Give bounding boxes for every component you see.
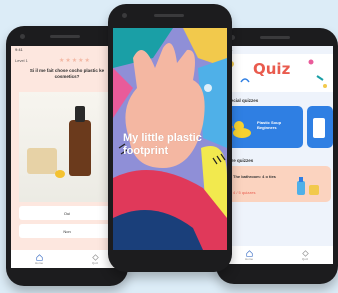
question-text: Si il me fait chose cocho plastic ke cos…	[29, 68, 105, 79]
quiz-card-plastic-soup[interactable]: Plastic Soup Beginners	[227, 106, 303, 148]
right-phone: 9:41 Quiz Special quizzes Plastic Soup B…	[216, 28, 338, 284]
splash-title: My little plastic footprint	[123, 132, 202, 157]
nav-quiz[interactable]: Quiz	[87, 252, 103, 266]
home-icon	[245, 249, 253, 257]
screen-title: Quiz	[253, 60, 291, 78]
nav-quiz-label: Quiz	[301, 256, 309, 261]
status-bar: 9:41 •••	[11, 46, 123, 54]
answer-option-no[interactable]: Non	[19, 224, 115, 238]
question-photo	[19, 92, 115, 202]
quiz-list-screen: 9:41 Quiz Special quizzes Plastic Soup B…	[221, 46, 333, 264]
bottom-nav: Home Quiz	[11, 250, 123, 268]
quiz-card-bathroom[interactable]: The bathroom: 4 o ties 4 / 5 quizzes	[227, 166, 331, 202]
soap-bar	[27, 148, 57, 174]
nav-home[interactable]: Home	[241, 248, 257, 262]
front-camera	[122, 13, 127, 18]
front-camera	[20, 34, 25, 39]
speaker-grille	[260, 36, 290, 39]
yellow-flower	[55, 170, 65, 178]
quiz-card-title: Plastic Soup Beginners	[257, 120, 282, 130]
answer-list: Oui Non	[19, 206, 115, 242]
oil-bottle	[69, 106, 91, 176]
quiz-icon	[301, 249, 309, 257]
nav-quiz-label: Quiz	[91, 260, 99, 265]
level-label: Level 1	[15, 58, 28, 63]
quiz-card-next[interactable]	[307, 106, 333, 148]
nav-home-label: Home	[34, 260, 43, 265]
splash-screen: My little plastic footprint	[113, 28, 227, 250]
quiz-question-screen: 9:41 ••• Level 1 ★★★★★ Si il me fait cho…	[11, 46, 123, 268]
home-icon	[35, 253, 43, 261]
quiz-header-banner: Quiz	[221, 54, 333, 92]
bottle-icon	[313, 118, 325, 138]
quiz-card-progress: 4 / 5 quizzes	[233, 190, 256, 195]
nav-home[interactable]: Home	[31, 252, 47, 266]
status-bar: 9:41	[221, 46, 333, 54]
bottom-nav: Home Quiz	[221, 246, 333, 264]
status-time: 9:41	[15, 47, 23, 52]
speaker-grille	[154, 14, 184, 17]
middle-phone: My little plastic footprint	[108, 4, 232, 272]
quiz-card-title: The bathroom: 4 o ties	[233, 174, 276, 179]
bathroom-icon	[297, 177, 319, 195]
speaker-grille	[50, 35, 80, 38]
rubber-duck-icon	[231, 121, 251, 138]
quiz-icon	[91, 253, 99, 261]
nav-home-label: Home	[244, 256, 253, 261]
rating-stars: ★★★★★	[59, 58, 91, 64]
nav-quiz[interactable]: Quiz	[297, 248, 313, 262]
answer-option-yes[interactable]: Oui	[19, 206, 115, 220]
